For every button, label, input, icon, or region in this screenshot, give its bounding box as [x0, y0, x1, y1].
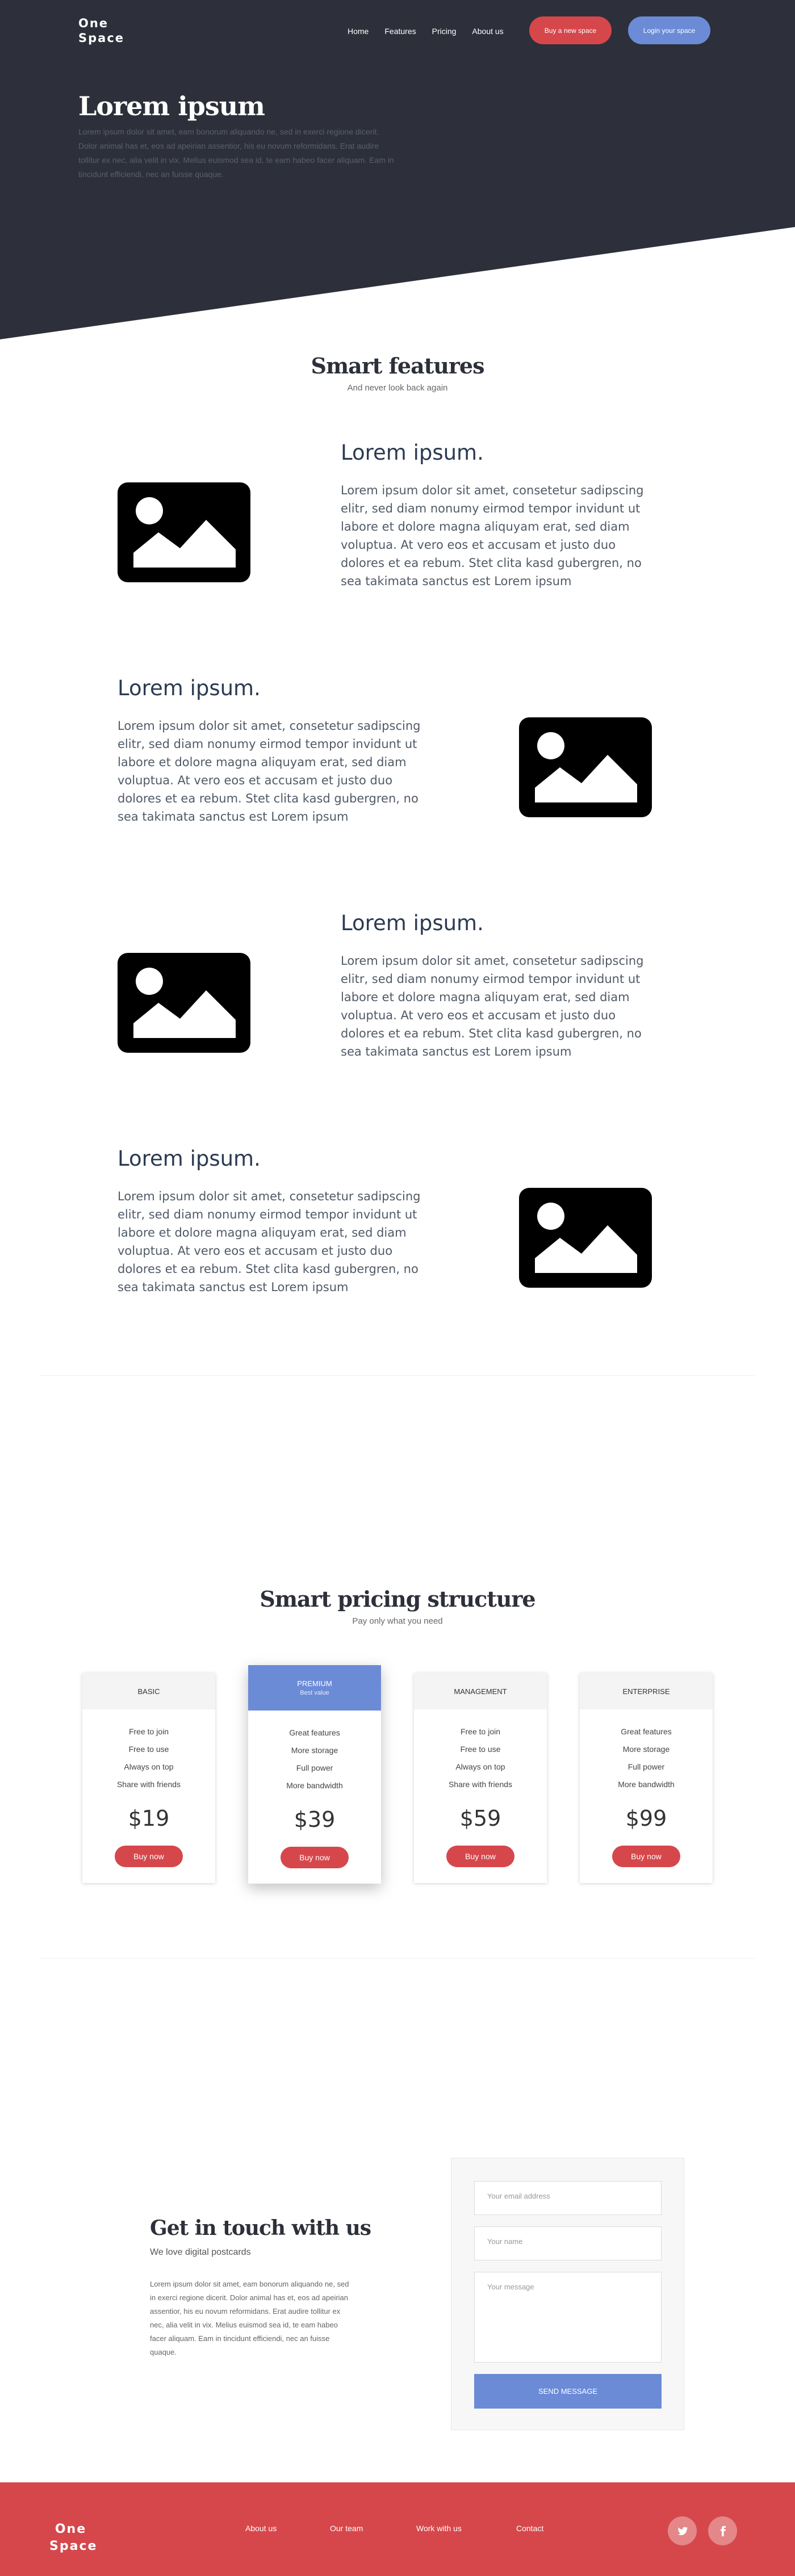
- plan-feature: More bandwidth: [618, 1780, 675, 1789]
- hero-title: Lorem ipsum: [78, 91, 265, 121]
- twitter-icon[interactable]: [668, 2516, 697, 2545]
- section-divider: [40, 1958, 755, 1959]
- buy-now-button[interactable]: Buy now: [612, 1846, 680, 1867]
- pricing-header: Smart pricing structure Pay only what yo…: [0, 1586, 795, 1626]
- plan-features: Great features More storage Full power M…: [580, 1723, 713, 1793]
- nav-link-pricing[interactable]: Pricing: [432, 27, 457, 36]
- image-icon: [519, 1188, 652, 1288]
- hero-section: One Space Home Features Pricing About us…: [0, 0, 795, 352]
- section-divider: [40, 1375, 755, 1376]
- contact-title: Get in touch with us: [150, 2216, 371, 2240]
- plan-feature: Full power: [296, 1763, 333, 1772]
- feature-text: Lorem ipsum dolor sit amet, consetetur s…: [118, 719, 421, 823]
- pricing-card-enterprise: Enterprise Great features More storage F…: [580, 1673, 713, 1883]
- nav-link-home[interactable]: Home: [348, 27, 369, 36]
- footer-link-team[interactable]: Our team: [330, 2524, 363, 2533]
- buy-now-button[interactable]: Buy now: [281, 1847, 349, 1868]
- plan-feature: Always on top: [124, 1762, 174, 1771]
- message-field[interactable]: Your message: [474, 2272, 662, 2363]
- image-icon: [118, 482, 250, 582]
- features-title: Smart features: [311, 353, 485, 379]
- plan-feature: Share with friends: [448, 1780, 513, 1789]
- features-subtitle: And never look back again: [347, 383, 448, 393]
- pricing-card-basic: Basic Free to join Free to use Always on…: [82, 1673, 215, 1883]
- buy-space-button[interactable]: Buy a new space: [529, 16, 612, 44]
- plan-features: Free to join Free to use Always on top S…: [414, 1723, 547, 1793]
- nav-link-features[interactable]: Features: [384, 27, 416, 36]
- pricing-card-management: Management Free to join Free to use Alwa…: [414, 1673, 547, 1883]
- image-icon: [519, 717, 652, 817]
- nav-links: Home Features Pricing About us: [348, 27, 520, 36]
- email-field[interactable]: Your email address: [474, 2181, 662, 2215]
- plan-name: Management: [414, 1673, 547, 1709]
- plan-name: Basic: [82, 1673, 215, 1709]
- plan-feature: Great features: [621, 1727, 672, 1736]
- pricing-subtitle: Pay only what you need: [352, 1616, 443, 1626]
- feature-heading: Lorem ipsum.: [118, 1146, 261, 1171]
- nav-link-about[interactable]: About us: [472, 27, 503, 36]
- feature-heading: Lorem ipsum.: [118, 676, 261, 700]
- contact-form: Your email address Your name Your messag…: [451, 2158, 684, 2430]
- top-navbar: One Space Home Features Pricing About us…: [0, 0, 795, 62]
- plan-feature: Always on top: [455, 1762, 505, 1771]
- buy-now-button[interactable]: Buy now: [115, 1846, 183, 1867]
- plan-price: $19: [128, 1806, 170, 1831]
- footer: One Space About us Our team Work with us…: [0, 2482, 795, 2576]
- plan-features: Great features More storage Full power M…: [248, 1724, 381, 1795]
- login-button[interactable]: Login your space: [628, 16, 710, 44]
- name-field[interactable]: Your name: [474, 2226, 662, 2260]
- features-header: Smart features And never look back again: [0, 353, 795, 393]
- feature-heading: Lorem ipsum.: [341, 440, 484, 465]
- feature-text: Lorem ipsum dolor sit amet, consetetur s…: [341, 484, 644, 588]
- logo[interactable]: One Space: [78, 16, 124, 45]
- plan-feature: More storage: [622, 1745, 670, 1754]
- plan-feature: More bandwidth: [286, 1781, 343, 1790]
- footer-link-work[interactable]: Work with us: [416, 2524, 462, 2533]
- plan-feature: More storage: [291, 1746, 338, 1755]
- plan-feature: Free to use: [460, 1745, 501, 1754]
- plan-feature: Great features: [289, 1728, 340, 1737]
- plan-name: Enterprise: [580, 1673, 713, 1709]
- send-message-button[interactable]: SEND MESSAGE: [474, 2374, 662, 2409]
- plan-price: $39: [294, 1807, 336, 1832]
- plan-name: Premium: [297, 1679, 332, 1688]
- hero-text: Lorem ipsum dolor sit amet, eam bonorum …: [78, 127, 394, 179]
- plan-feature: Free to join: [460, 1727, 501, 1736]
- feature-heading: Lorem ipsum.: [341, 911, 484, 935]
- plan-feature: Full power: [627, 1762, 665, 1771]
- plan-price: $99: [625, 1806, 667, 1831]
- buy-now-button[interactable]: Buy now: [446, 1846, 514, 1867]
- contact-subtitle: We love digital postcards: [150, 2247, 251, 2257]
- image-icon: [118, 953, 250, 1053]
- footer-logo[interactable]: One Space: [49, 2521, 96, 2555]
- plan-feature: Free to join: [128, 1727, 169, 1736]
- plan-price: $59: [459, 1806, 501, 1831]
- feature-text: Lorem ipsum dolor sit amet, consetetur s…: [118, 1190, 421, 1294]
- pricing-title: Smart pricing structure: [260, 1586, 535, 1612]
- plan-header: Premium Best value: [248, 1665, 381, 1711]
- plan-feature: Share with friends: [116, 1780, 181, 1789]
- footer-link-about[interactable]: About us: [245, 2524, 277, 2533]
- plan-features: Free to join Free to use Always on top S…: [82, 1723, 215, 1793]
- footer-link-contact[interactable]: Contact: [516, 2524, 543, 2533]
- plan-badge: Best value: [300, 1690, 329, 1696]
- facebook-icon[interactable]: [708, 2516, 737, 2545]
- contact-text: Lorem ipsum dolor sit amet, eam bonorum …: [150, 2280, 349, 2356]
- plan-feature: Free to use: [128, 1745, 169, 1754]
- feature-text: Lorem ipsum dolor sit amet, consetetur s…: [341, 954, 644, 1058]
- pricing-card-premium: Premium Best value Great features More s…: [248, 1665, 381, 1884]
